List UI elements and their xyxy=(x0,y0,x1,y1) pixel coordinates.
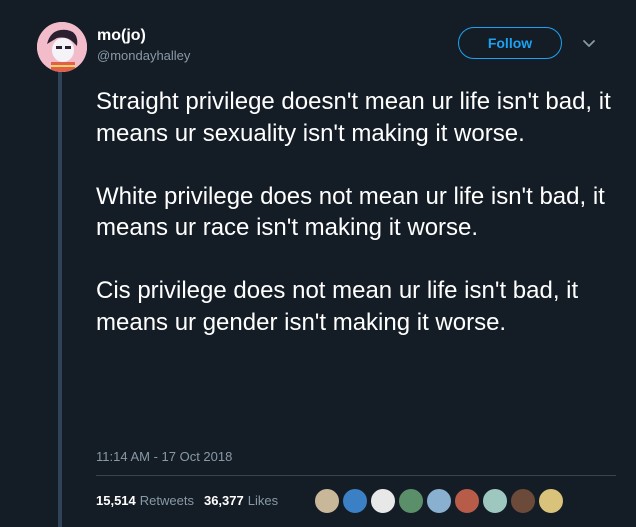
avatar-illustration-icon xyxy=(37,22,87,72)
divider xyxy=(96,475,616,476)
retweets-count: 15,514 xyxy=(96,493,136,508)
timestamp[interactable]: 11:14 AM - 17 Oct 2018 xyxy=(96,449,232,464)
tweet-paragraph: White privilege does not mean ur life is… xyxy=(96,182,605,242)
avatar[interactable] xyxy=(37,22,87,72)
thread-line xyxy=(58,72,62,527)
tweet-card: mo(jo) @mondayhalley Follow Straight pri… xyxy=(0,0,636,527)
likes-stat[interactable]: 36,377 Likes xyxy=(204,493,278,508)
liker-avatar[interactable] xyxy=(454,488,480,514)
retweets-stat[interactable]: 15,514 Retweets xyxy=(96,493,194,508)
author-block: mo(jo) @mondayhalley xyxy=(97,26,190,65)
liker-avatar[interactable] xyxy=(482,488,508,514)
likes-label: Likes xyxy=(247,493,279,508)
display-name[interactable]: mo(jo) xyxy=(97,26,190,46)
tweet-paragraph: Straight privilege doesn't mean ur life … xyxy=(96,88,611,147)
handle[interactable]: @mondayhalley xyxy=(97,47,190,65)
follow-button[interactable]: Follow xyxy=(458,27,562,59)
tweet-paragraph: Cis privilege does not mean ur life isn'… xyxy=(96,277,579,336)
tweet-text: Straight privilege doesn't mean ur life … xyxy=(96,86,616,370)
tweet-stats: 15,514 Retweets 36,377 Likes xyxy=(96,493,278,508)
liker-avatar[interactable] xyxy=(426,488,452,514)
liker-avatar[interactable] xyxy=(510,488,536,514)
liker-avatar[interactable] xyxy=(538,488,564,514)
likes-count: 36,377 xyxy=(203,493,244,508)
liker-avatar[interactable] xyxy=(314,488,340,514)
chevron-down-icon[interactable] xyxy=(582,37,596,51)
liker-avatar[interactable] xyxy=(398,488,424,514)
liker-avatar[interactable] xyxy=(370,488,396,514)
liker-avatar[interactable] xyxy=(342,488,368,514)
retweets-label: Retweets xyxy=(139,493,194,508)
likers-list xyxy=(314,488,564,514)
